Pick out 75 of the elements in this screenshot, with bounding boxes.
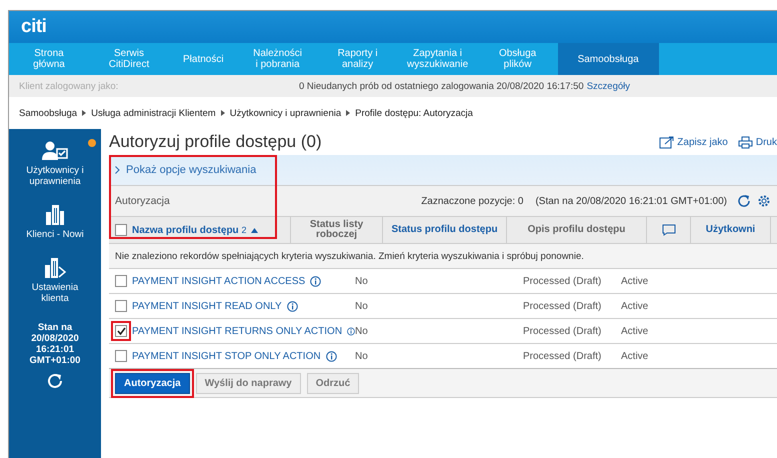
profile-name-link[interactable]: PAYMENT INSIGHT STOP ONLY ACTION — [132, 350, 321, 362]
sort-ascending-icon[interactable] — [251, 228, 258, 232]
refresh-icon[interactable] — [737, 194, 751, 208]
column-header[interactable]: Użytkowni — [706, 225, 756, 235]
column-header[interactable]: Opis profilu dostępu — [528, 225, 626, 235]
select-all-checkbox[interactable] — [115, 224, 127, 236]
status-text: Stan na 20/08/2020 16:21:01 GMT+01:00 — [28, 322, 82, 366]
profile-name-link[interactable]: PAYMENT INSIGHT READ ONLY — [132, 300, 282, 312]
table-cell-text: Processed (Draft) — [523, 276, 602, 286]
comment-icon[interactable] — [662, 224, 676, 236]
table-cell-text: Processed (Draft) — [523, 350, 602, 362]
column-header[interactable]: Nazwa profilu dostępu 2 — [132, 224, 246, 236]
action-button[interactable]: Wyślij do naprawy — [196, 372, 301, 394]
row-checkbox[interactable] — [115, 350, 127, 362]
login-attempts-text: 0 Nieudanych prób od ostatniego zalogowania 20/08/2020 16:17:50 — [299, 80, 584, 92]
chevron-icon — [115, 166, 120, 174]
sidebar-item[interactable]: Ustawienia klienta — [20, 282, 90, 304]
breadcrumb-item: Profile dostępu: Autoryzacja — [355, 108, 473, 118]
building-arrow-icon — [43, 258, 67, 278]
breadcrumb-item[interactable]: Usługa administracji Klientem — [91, 108, 216, 118]
refresh-icon[interactable] — [46, 372, 64, 390]
selected-count: Zaznaczone pozycje: 0 — [421, 196, 524, 206]
table-cell-text: Processed (Draft) — [523, 326, 602, 336]
chevron-icon — [346, 110, 350, 116]
table-cell-text: Active — [621, 350, 650, 362]
sidebar-item[interactable]: Użytkownicy i uprawnienia — [20, 165, 90, 187]
profile-name-link[interactable]: PAYMENT INSIGHT ACTION ACCESS — [132, 276, 306, 286]
chevron-icon — [220, 110, 225, 116]
user-check-icon — [42, 141, 68, 161]
nav-tab[interactable]: Samoobsługa — [558, 43, 659, 75]
info-icon[interactable] — [286, 300, 298, 312]
column-header[interactable]: Status profilu dostępu — [391, 225, 498, 235]
nav-tab[interactable]: Raporty i analizy — [318, 43, 398, 75]
client-label: Klient zalogowany jako: — [19, 80, 120, 92]
action-link[interactable]: Druk — [756, 136, 777, 148]
breadcrumb-item[interactable]: Użytkownicy i uprawnienia — [230, 108, 342, 118]
sidebar-item[interactable]: Klienci - Nowi — [26, 229, 84, 240]
action-button[interactable]: Odrzuć — [306, 372, 360, 394]
table-cell-text: Active — [621, 326, 650, 336]
settings-icon[interactable] — [757, 194, 771, 208]
nav-tab[interactable]: Płatności — [169, 43, 238, 75]
print-icon — [738, 136, 753, 148]
action-button[interactable]: Autoryzacja — [115, 372, 190, 394]
search-options-toggle[interactable]: Pokaż opcje wyszukiwania — [109, 155, 777, 185]
no-records-message: Nie znaleziono rekordów spełniających kryteria wyszukiwania. Zmień kryteria wyszukiwania i spróbuj ponownie. — [109, 243, 777, 268]
section-title: Autoryzacja — [115, 195, 171, 207]
table-cell-text: No — [355, 276, 369, 286]
nav-tab[interactable]: Serwis CitiDirect — [89, 43, 169, 75]
table-cell-text: Processed (Draft) — [523, 300, 602, 312]
row-checkbox[interactable] — [115, 325, 127, 337]
column-header[interactable]: Status listy roboczej — [291, 220, 382, 240]
nav-tab[interactable]: Strona główna — [9, 43, 89, 75]
table-cell-text: No — [355, 350, 369, 362]
table-cell-text: Active — [621, 276, 650, 286]
info-icon[interactable] — [347, 326, 355, 336]
info-icon[interactable] — [326, 350, 337, 362]
row-checkbox[interactable] — [115, 300, 127, 312]
action-link[interactable]: Zapisz jako — [677, 136, 728, 148]
info-icon[interactable] — [310, 276, 322, 286]
logo[interactable]: citi — [21, 16, 46, 38]
export-icon — [659, 136, 674, 148]
chevron-icon — [82, 110, 86, 116]
nav-tab[interactable]: Obsługa plików — [478, 43, 558, 75]
table-cell-text: Active — [621, 300, 650, 312]
timestamp-text: (Stan na 20/08/2020 16:21:01 GMT+01:00) — [535, 196, 727, 206]
page-title: Autoryzuj profile dostępu (0) — [109, 132, 323, 152]
nav-tab[interactable]: Należności i pobrania — [238, 43, 318, 75]
breadcrumb-item[interactable]: Samoobsługa — [19, 108, 78, 118]
profile-name-link[interactable]: PAYMENT INSIGHT RETURNS ONLY ACTION — [132, 326, 342, 336]
buildings-icon — [44, 205, 66, 225]
nav-tab[interactable]: Zapytania i wyszukiwanie — [398, 43, 478, 75]
details-link[interactable]: Szczegóły — [586, 80, 630, 92]
table-cell-text: No — [355, 300, 369, 312]
row-checkbox[interactable] — [115, 275, 127, 287]
table-cell-text: No — [355, 326, 369, 336]
